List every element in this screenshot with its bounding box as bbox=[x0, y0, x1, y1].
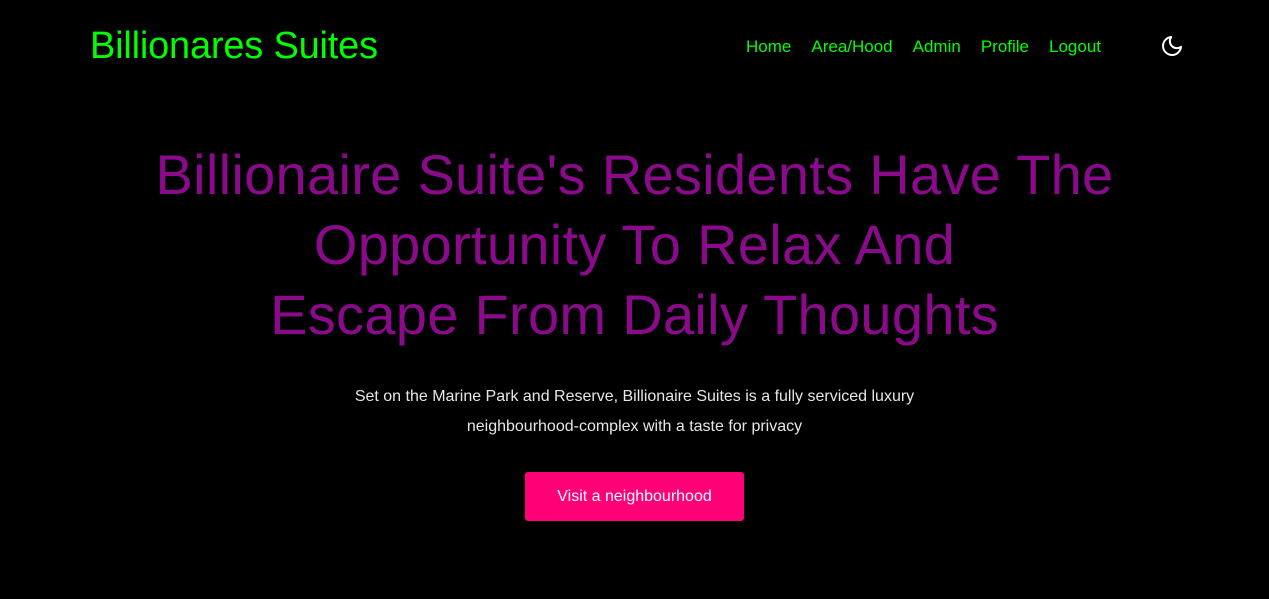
brand-logo-link[interactable]: Billionares Suites bbox=[90, 24, 378, 68]
nav-link-home[interactable]: Home bbox=[746, 36, 791, 58]
hero-subtitle-line-2: neighbourhood-complex with a taste for p… bbox=[466, 418, 803, 435]
moon-icon bbox=[1162, 36, 1182, 56]
hero-title: Billionaire Suite's Residents Have The O… bbox=[0, 140, 1269, 350]
hero-subtitle: Set on the Marine Park and Reserve, Bill… bbox=[0, 382, 1269, 442]
visit-neighbourhood-button[interactable]: Visit a neighbourhood bbox=[525, 472, 744, 521]
nav-link-logout[interactable]: Logout bbox=[1049, 36, 1101, 58]
hero-section: Billionaire Suite's Residents Have The O… bbox=[0, 140, 1269, 521]
page: Billionares Suites Home Area/Hood Admin … bbox=[0, 0, 1269, 599]
nav-link-admin[interactable]: Admin bbox=[913, 36, 961, 58]
theme-toggle-button[interactable] bbox=[1159, 33, 1185, 59]
hero-title-line-1: Billionaire Suite's Residents Have The bbox=[155, 143, 1114, 206]
main-nav: Home Area/Hood Admin Profile Logout bbox=[746, 36, 1101, 58]
hero-title-line-2: Opportunity To Relax And bbox=[313, 213, 956, 276]
nav-link-profile[interactable]: Profile bbox=[981, 36, 1029, 58]
hero-title-line-3: Escape From Daily Thoughts bbox=[270, 283, 999, 346]
top-navbar: Billionares Suites Home Area/Hood Admin … bbox=[0, 0, 1269, 92]
nav-link-area-hood[interactable]: Area/Hood bbox=[811, 36, 892, 58]
hero-subtitle-line-1: Set on the Marine Park and Reserve, Bill… bbox=[354, 388, 915, 405]
